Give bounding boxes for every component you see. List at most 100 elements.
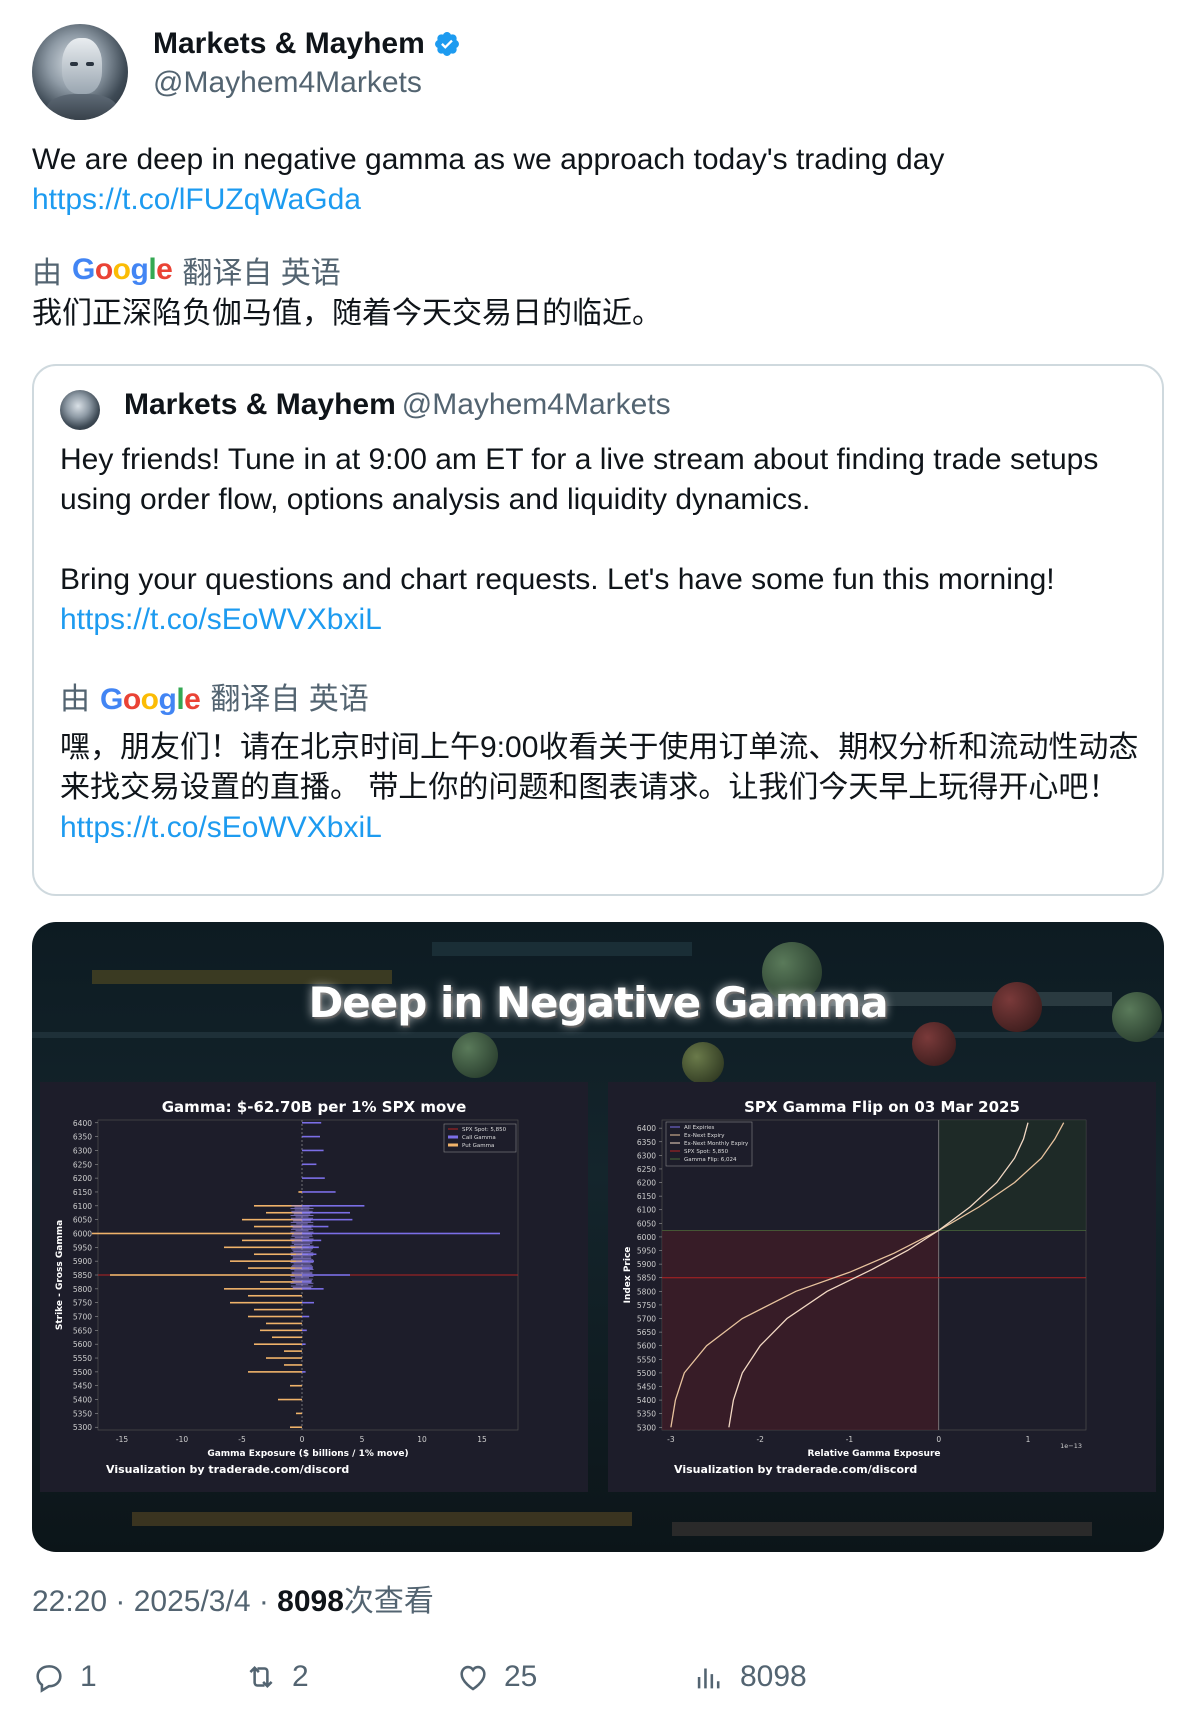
gamma-cluster-bar bbox=[292, 1288, 312, 1290]
google-logo: Google bbox=[72, 253, 173, 286]
y-tick-label: 5300 bbox=[73, 1423, 92, 1432]
y-tick-label: 6200 bbox=[73, 1174, 92, 1183]
x-axis-label: Relative Gamma Exposure bbox=[808, 1449, 941, 1459]
put-gamma-bar bbox=[242, 1239, 302, 1242]
call-gamma-bar bbox=[302, 1149, 324, 1152]
quoted-tweet-body: Hey friends! Tune in at 9:00 am ET for a… bbox=[60, 440, 1140, 848]
y-tick-label: 5950 bbox=[637, 1247, 656, 1256]
author-avatar[interactable] bbox=[32, 24, 128, 120]
y-tick-label: 6050 bbox=[73, 1216, 92, 1225]
gamma-cluster-bar bbox=[290, 1217, 314, 1219]
gamma-cluster-bar bbox=[290, 1285, 314, 1287]
views-button[interactable]: 8098 bbox=[692, 1660, 807, 1694]
gamma-cluster-bar bbox=[294, 1206, 310, 1208]
gamma-cluster-bar bbox=[291, 1266, 313, 1268]
gamma-cluster-bar bbox=[290, 1245, 314, 1247]
legend-label: SPX Spot: 5,850 bbox=[684, 1149, 729, 1155]
y-tick-label: 6150 bbox=[73, 1188, 92, 1197]
gamma-cluster-bar bbox=[290, 1214, 314, 1216]
y-tick-label: 5450 bbox=[637, 1382, 656, 1391]
like-button[interactable]: 25 bbox=[456, 1660, 537, 1694]
quoted-link[interactable]: https://t.co/sEoWVXbxiL bbox=[60, 600, 1140, 640]
quoted-tweet[interactable]: Markets & Mayhem @Mayhem4Markets Hey frie… bbox=[32, 364, 1164, 896]
gamma-cluster-bar bbox=[291, 1271, 313, 1273]
views-count: 8098 bbox=[740, 1660, 807, 1693]
google-logo: Google bbox=[100, 683, 201, 716]
y-tick-label: 5550 bbox=[637, 1355, 656, 1364]
gamma-cluster-bar bbox=[293, 1232, 311, 1234]
tweet-actions: 1 2 25 8098 bbox=[32, 1660, 1164, 1704]
call-gamma-bar bbox=[302, 1301, 314, 1304]
gamma-cluster-bar bbox=[290, 1255, 314, 1257]
author-name-row: Markets & Mayhem bbox=[153, 24, 461, 64]
gamma-cluster-bar bbox=[291, 1242, 313, 1244]
x-tick-label: 10 bbox=[417, 1435, 427, 1444]
x-axis-label: Gamma Exposure ($ billions / 1% move) bbox=[207, 1449, 408, 1459]
y-tick-label: 5650 bbox=[73, 1326, 92, 1335]
tweet-media-image[interactable]: Deep in Negative Gamma Gamma: $-62.70B p… bbox=[32, 922, 1164, 1552]
y-tick-label: 6400 bbox=[637, 1124, 656, 1133]
quoted-translate-attribution: 由 Google 翻译自 英语 bbox=[60, 680, 1140, 720]
quoted-author-row: Markets & Mayhem @Mayhem4Markets bbox=[124, 388, 671, 422]
gamma-cluster-bar bbox=[291, 1278, 313, 1280]
repost-icon bbox=[249, 1665, 273, 1689]
author-name[interactable]: Markets & Mayhem bbox=[153, 27, 425, 61]
tweet-meta: 22:20 · 2025/3/4 · 8098次查看 bbox=[32, 1576, 434, 1620]
call-gamma-bar bbox=[302, 1191, 336, 1193]
y-tick-label: 5950 bbox=[73, 1243, 92, 1252]
put-gamma-bar bbox=[224, 1246, 302, 1249]
repost-count: 2 bbox=[292, 1660, 309, 1693]
gamma-cluster-bar bbox=[296, 1223, 308, 1225]
gamma-cluster-bar bbox=[294, 1274, 310, 1276]
tweet-header: Markets & Mayhem @Mayhem4Markets bbox=[32, 24, 1164, 120]
gamma-cluster-bar bbox=[290, 1208, 314, 1210]
gamma-cluster-bar bbox=[292, 1264, 312, 1266]
x-tick-label: -5 bbox=[238, 1435, 246, 1444]
gamma-cluster-bar bbox=[290, 1231, 314, 1233]
gamma-cluster-bar bbox=[291, 1273, 313, 1275]
legend-label: Ex-Next Monthly Expiry bbox=[684, 1141, 749, 1147]
gamma-cluster-bar bbox=[294, 1239, 310, 1241]
reply-button[interactable]: 1 bbox=[32, 1660, 97, 1694]
gamma-cluster-bar bbox=[292, 1227, 312, 1229]
translate-attribution: 由 Google 翻译自 英语 bbox=[32, 248, 341, 292]
y-tick-label: 5800 bbox=[637, 1287, 656, 1296]
media-title: Deep in Negative Gamma bbox=[308, 978, 888, 1027]
author-handle[interactable]: @Mayhem4Markets bbox=[153, 66, 422, 100]
gamma-cluster-bar bbox=[291, 1212, 313, 1214]
y-tick-label: 5350 bbox=[637, 1410, 656, 1419]
y-axis-label: Index Price bbox=[623, 1247, 633, 1304]
tweet-timestamp[interactable]: 22:20 · 2025/3/4 · bbox=[32, 1585, 277, 1618]
call-gamma-bar bbox=[302, 1315, 310, 1318]
legend-label: SPX Spot: 5,850 bbox=[462, 1127, 507, 1133]
analytics-icon bbox=[697, 1668, 720, 1689]
call-gamma-bar bbox=[302, 1121, 322, 1124]
quoted-translate-prefix: 由 bbox=[60, 683, 90, 716]
gamma-cluster-bar bbox=[293, 1220, 311, 1222]
y-tick-label: 5400 bbox=[637, 1396, 656, 1405]
gamma-cluster-bar bbox=[293, 1226, 311, 1228]
put-gamma-bar bbox=[254, 1308, 302, 1311]
tweet-translation: 我们正深陷负伽马值，随着今天交易日的临近。 bbox=[32, 297, 662, 330]
gamma-cluster-bar bbox=[290, 1275, 314, 1277]
put-gamma-bar bbox=[284, 1350, 302, 1352]
tweet-link[interactable]: https://t.co/lFUZqWaGda bbox=[32, 180, 1164, 220]
gamma-cluster-bar bbox=[292, 1219, 312, 1221]
tweet-view-suffix: 次查看 bbox=[343, 1585, 434, 1618]
quoted-translation-link[interactable]: https://t.co/sEoWVXbxiL bbox=[60, 811, 382, 844]
legend-label: All Expiries bbox=[684, 1125, 714, 1131]
gamma-cluster-bar bbox=[291, 1234, 313, 1236]
y-tick-label: 6300 bbox=[637, 1151, 656, 1160]
put-gamma-bar bbox=[296, 1412, 302, 1415]
gamma-cluster-bar bbox=[290, 1259, 314, 1261]
x-tick-label: -15 bbox=[116, 1435, 128, 1444]
quoted-translation: 嘿，朋友们！请在北京时间上午9:00收看关于使用订单流、期权分析和流动性动态来找… bbox=[60, 731, 1139, 844]
gamma-flip-svg: 6400 6350 6300 6250 6200 6150 6100 6050 6000 5950… bbox=[623, 1119, 1087, 1459]
gamma-cluster-bar bbox=[292, 1280, 312, 1282]
x-tick-label: 1 bbox=[1026, 1435, 1031, 1444]
y-tick-label: 6100 bbox=[73, 1202, 92, 1211]
tweet-view-count: 8098 bbox=[277, 1585, 344, 1618]
call-gamma-bar bbox=[302, 1329, 307, 1332]
repost-button[interactable]: 2 bbox=[244, 1660, 309, 1694]
put-gamma-bar bbox=[248, 1267, 302, 1269]
